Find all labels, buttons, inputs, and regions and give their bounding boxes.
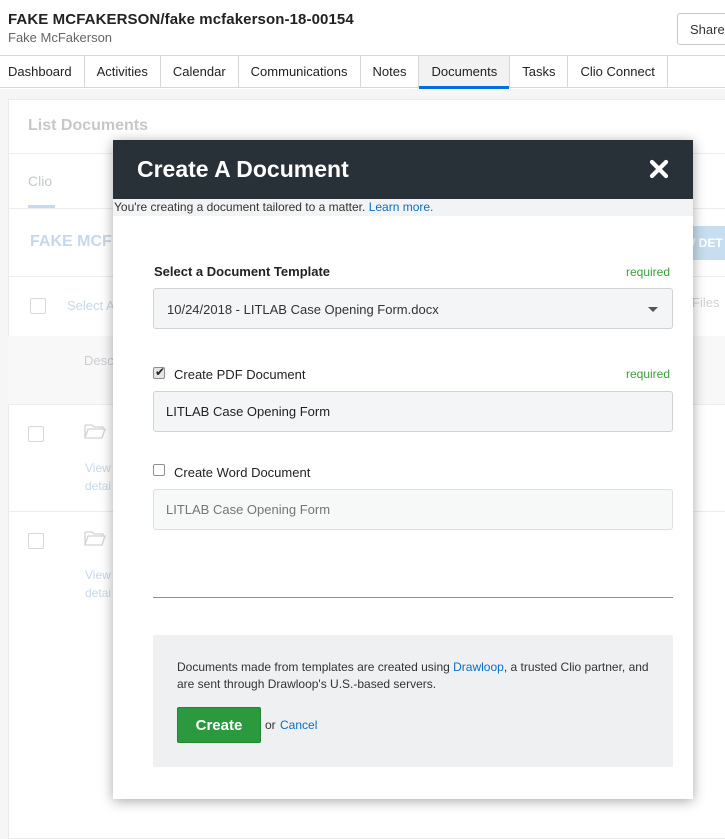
client-name[interactable]: Fake McFakerson [8, 30, 112, 45]
drawloop-info-box: Documents made from templates are create… [153, 635, 673, 767]
create-pdf-checkbox[interactable]: ✔ [153, 365, 166, 379]
modal-subtitle: You're creating a document tailored to a… [114, 199, 433, 216]
matter-header: FAKE MCFAKERSON/fake mcfakerson-18-00154… [0, 0, 725, 56]
create-word-checkbox[interactable] [153, 464, 165, 476]
create-word-label[interactable]: Create Word Document [174, 465, 310, 480]
subtitle-text: You're creating a document tailored to a… [114, 200, 366, 214]
chevron-down-icon [648, 307, 658, 312]
create-pdf-label[interactable]: Create PDF Document [174, 367, 306, 382]
create-document-modal: Create A Document You're creating a docu… [113, 140, 693, 799]
learn-more-link[interactable]: Learn more. [369, 200, 434, 214]
modal-header: Create A Document [113, 140, 693, 199]
word-name-input[interactable] [153, 489, 673, 530]
create-button[interactable]: Create [177, 707, 261, 743]
required-indicator: required [626, 367, 671, 381]
tab-notes[interactable]: Notes [361, 56, 420, 88]
modal-subtitle-bar: You're creating a document tailored to a… [113, 199, 693, 216]
template-label: Select a Document Template [154, 264, 331, 279]
tab-activities[interactable]: Activities [85, 56, 161, 88]
tab-calendar[interactable]: Calendar [161, 56, 239, 88]
drawloop-link[interactable]: Drawloop [453, 660, 504, 674]
modal-divider [153, 597, 673, 598]
pdf-name-input[interactable] [153, 391, 673, 432]
matter-tabs: Dashboard Activities Calendar Communicat… [0, 55, 725, 89]
tab-tasks[interactable]: Tasks [510, 56, 569, 88]
or-text: or [265, 718, 276, 732]
tab-communications[interactable]: Communications [239, 56, 361, 88]
cancel-link[interactable]: Cancel [280, 718, 317, 732]
matter-title: FAKE MCFAKERSON/fake mcfakerson-18-00154 [8, 11, 354, 28]
required-indicator: required [626, 265, 671, 279]
tab-documents[interactable]: Documents [419, 56, 511, 89]
template-select-value: 10/24/2018 - LITLAB Case Opening Form.do… [167, 302, 439, 317]
template-select[interactable]: 10/24/2018 - LITLAB Case Opening Form.do… [153, 288, 673, 329]
checkmark-icon: ✔ [155, 365, 166, 379]
info-text-before: Documents made from templates are create… [177, 660, 450, 674]
tab-dashboard[interactable]: Dashboard [0, 56, 85, 88]
drawloop-info-text: Documents made from templates are create… [177, 659, 657, 693]
close-icon[interactable] [647, 157, 671, 181]
share-button[interactable]: Share [677, 13, 725, 45]
modal-title: Create A Document [137, 156, 349, 182]
tab-clio-connect[interactable]: Clio Connect [568, 56, 668, 88]
